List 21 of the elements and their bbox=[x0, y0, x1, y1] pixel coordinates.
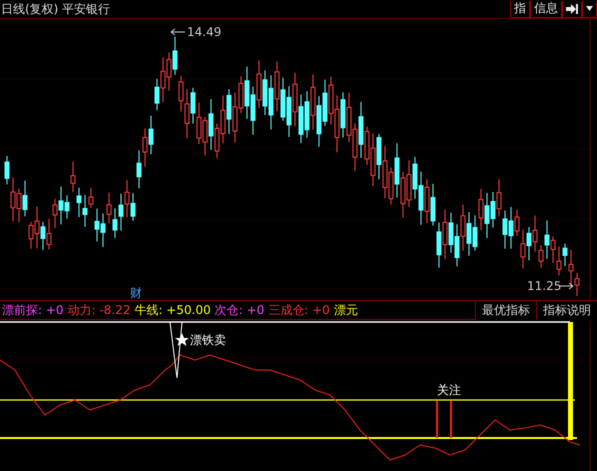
indicator-tab[interactable]: 指标说明 bbox=[536, 300, 597, 320]
indicator-readout: 漂元 bbox=[334, 302, 358, 318]
star-icon bbox=[175, 333, 189, 346]
indicator-readout: 三成仓: +0 bbox=[268, 302, 330, 318]
signal-bars bbox=[436, 401, 452, 438]
indicator-tab[interactable]: 最优指标 bbox=[475, 300, 536, 320]
low-price-label: 11.25 bbox=[527, 279, 562, 293]
toolbar-button[interactable]: 指 bbox=[510, 0, 530, 18]
indicator-readout: 动力: -8.22 bbox=[68, 302, 130, 318]
indicator-readout: 次仓: +0 bbox=[214, 302, 264, 318]
toolbar-button[interactable]: 信息 bbox=[530, 0, 562, 18]
high-price-label: 14.49 bbox=[187, 25, 222, 39]
signal-label: 漂铁卖 bbox=[190, 333, 226, 347]
high-arrow-icon bbox=[170, 28, 186, 36]
low-arrow-icon bbox=[558, 282, 574, 290]
signal-label: 关注 bbox=[437, 383, 461, 397]
event-marker[interactable]: 财 bbox=[130, 286, 142, 300]
chart-title: 日线(复权) 平安银行 bbox=[0, 0, 110, 18]
indicator-readout: 牛线: +50.00 bbox=[134, 302, 211, 318]
caret-icon[interactable] bbox=[582, 0, 597, 18]
indicator-readout: 漂前探: +0 bbox=[2, 302, 64, 318]
